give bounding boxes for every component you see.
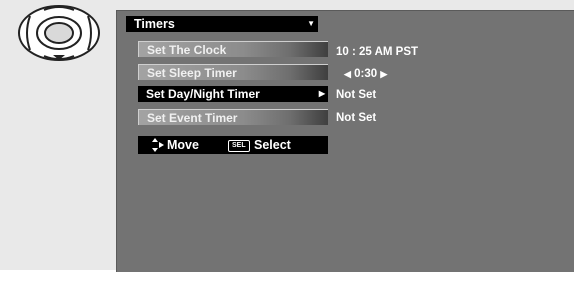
triangle-right-icon[interactable]: ▶ [380,69,387,79]
menu-item-label: Set Event Timer [147,111,238,125]
menu-item-set-day-night-timer[interactable]: Set Day/Night Timer ▶ [138,86,328,102]
triangle-down-icon: ▼ [307,19,315,28]
sel-key-icon: SEL [228,140,250,152]
menu-item-set-event-timer[interactable]: Set Event Timer [138,109,328,125]
menu-item-label: Set Sleep Timer [147,66,237,80]
select-label: Select [254,138,291,152]
triangle-right-icon: ▶ [318,89,325,98]
menu-item-label: Set Day/Night Timer [146,87,260,101]
menu-item-set-sleep-timer[interactable]: Set Sleep Timer [138,64,328,80]
event-timer-value: Not Set [336,112,377,124]
menu-title: Timers [134,17,175,31]
sleep-timer-value-group[interactable]: ◀ 0:30 ▶ [344,66,387,82]
triangle-left-icon[interactable]: ◀ [344,69,351,79]
day-night-timer-value: Not Set [336,89,377,101]
sleep-timer-value: 0:30 [354,68,378,80]
move-label: Move [167,138,199,152]
clock-value: 10 : 25 AM PST [336,46,419,58]
help-bar: Move SEL Select [138,136,328,154]
up-down-arrow-icon [152,138,164,152]
dpad-icon [18,5,100,61]
timers-menu-title[interactable]: Timers ▼ [126,16,318,32]
menu-item-label: Set The Clock [147,43,227,57]
menu-item-set-clock[interactable]: Set The Clock [138,41,328,57]
